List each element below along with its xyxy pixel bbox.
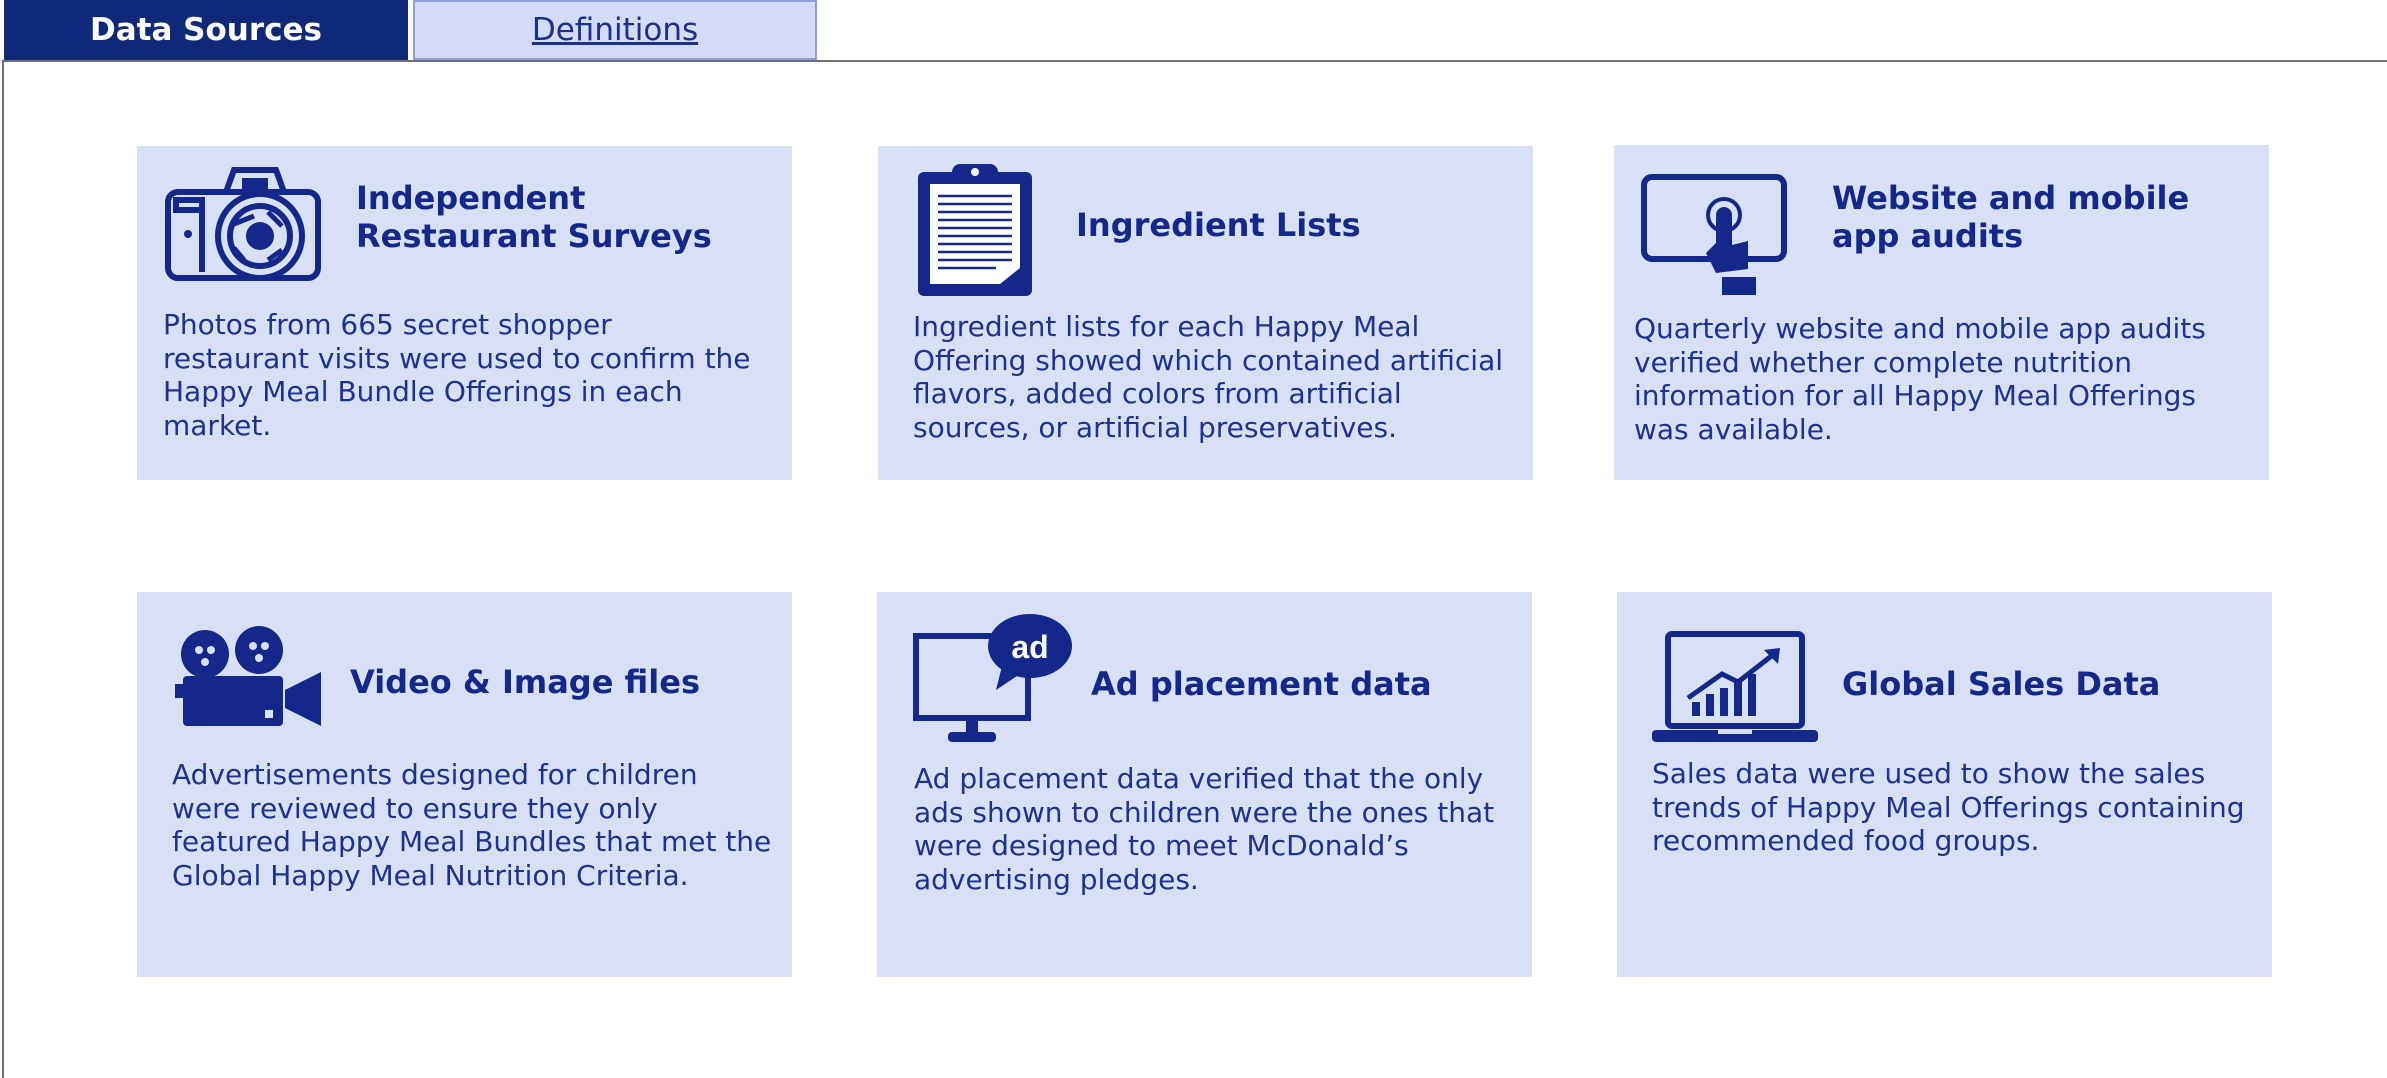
laptop-chart-icon bbox=[1652, 630, 1818, 746]
card-description: Quarterly website and mobile app audits … bbox=[1634, 312, 2206, 446]
card-description: Photos from 665 secret shopper restauran… bbox=[163, 308, 751, 442]
clipboard-icon bbox=[916, 164, 1034, 298]
tab-data-sources-label: Data Sources bbox=[89, 12, 322, 48]
tablet-touch-icon bbox=[1640, 173, 1790, 297]
tab-data-sources[interactable]: Data Sources bbox=[4, 0, 408, 60]
ad-badge-text: ad bbox=[1011, 629, 1048, 665]
tab-definitions[interactable]: Definitions bbox=[413, 0, 817, 60]
card-description: Advertisements designed for children wer… bbox=[172, 758, 772, 892]
tab-bar-divider bbox=[2, 60, 2387, 62]
monitor-ad-icon: ad bbox=[912, 614, 1074, 746]
video-camera-icon bbox=[175, 624, 325, 728]
card-website-mobile-audits: Website and mobile app audits Quarterly … bbox=[1614, 145, 2269, 480]
card-title: Website and mobile app audits bbox=[1832, 179, 2190, 255]
card-title: Independent Restaurant Surveys bbox=[356, 179, 712, 255]
card-title: Ad placement data bbox=[1091, 665, 1432, 703]
card-global-sales-data: Global Sales Data Sales data were used t… bbox=[1617, 592, 2272, 977]
card-title: Global Sales Data bbox=[1842, 665, 2161, 703]
frame-left-border bbox=[2, 60, 4, 1078]
card-independent-restaurant-surveys: Independent Restaurant Surveys Photos fr… bbox=[137, 146, 792, 480]
card-description: Sales data were used to show the sales t… bbox=[1652, 757, 2245, 857]
card-video-image-files: Video & Image files Advertisements desig… bbox=[137, 592, 792, 977]
card-ad-placement-data: ad Ad placement data Ad placement data v… bbox=[877, 592, 1532, 977]
card-description: Ad placement data verified that the only… bbox=[914, 762, 1495, 896]
card-ingredient-lists: Ingredient Lists Ingredient lists for ea… bbox=[878, 146, 1533, 480]
card-title: Video & Image files bbox=[350, 663, 700, 701]
card-description: Ingredient lists for each Happy Meal Off… bbox=[913, 310, 1504, 444]
camera-icon bbox=[164, 164, 322, 282]
tab-definitions-label: Definitions bbox=[531, 12, 699, 48]
card-title: Ingredient Lists bbox=[1076, 206, 1361, 244]
